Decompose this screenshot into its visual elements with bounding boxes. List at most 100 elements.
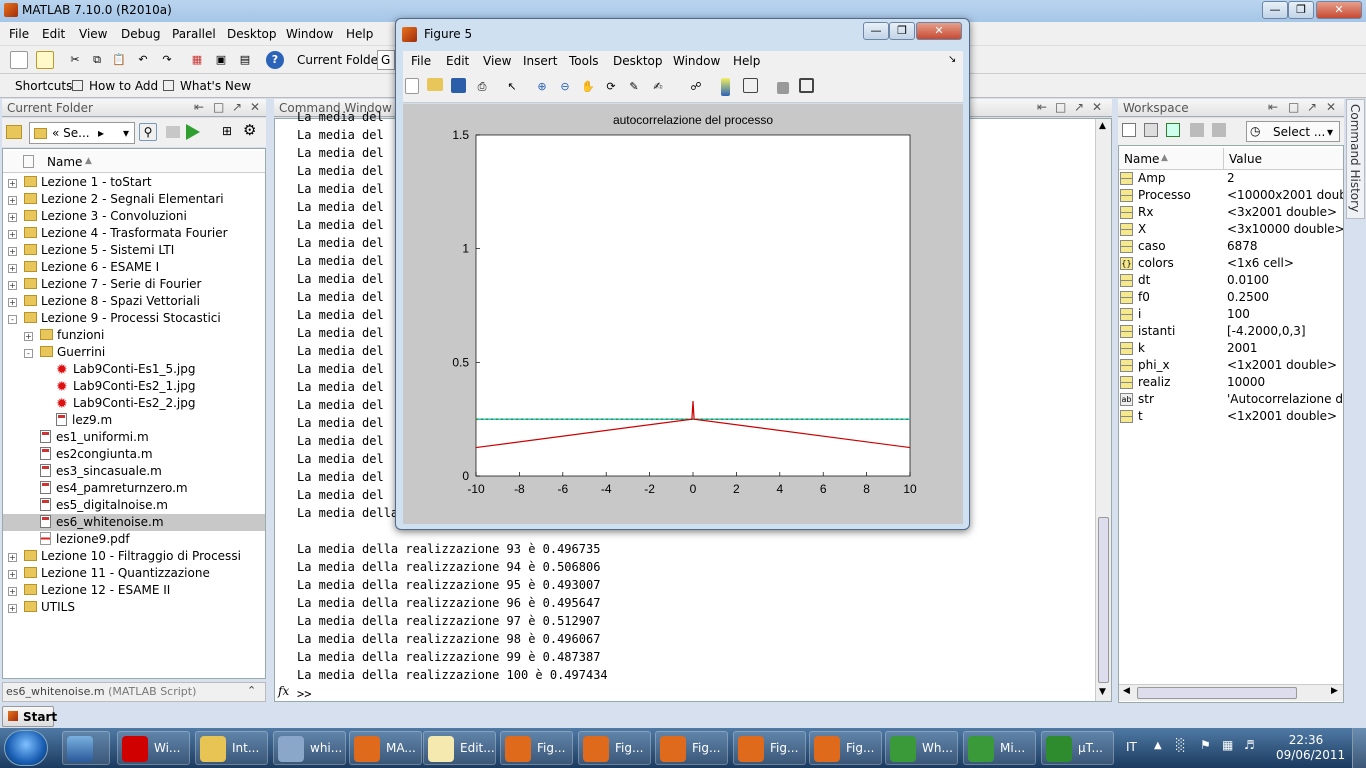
data-cursor-icon[interactable]: ✎ bbox=[625, 78, 643, 96]
maximize-panel-icon[interactable]: □ bbox=[1288, 100, 1299, 114]
chevron-down-icon[interactable]: ▾ bbox=[123, 126, 129, 140]
folder-tree-item[interactable]: + Lezione 12 - ESAME II bbox=[3, 582, 265, 599]
workspace-variable-row[interactable]: abstr 'Autocorrelazione de... bbox=[1119, 391, 1343, 408]
expand-toggle-icon[interactable]: + bbox=[8, 604, 17, 613]
expand-toggle-icon[interactable]: + bbox=[8, 298, 17, 307]
expand-toggle-icon[interactable]: + bbox=[8, 213, 17, 222]
expand-toggle-icon[interactable]: + bbox=[8, 264, 17, 273]
redo-icon[interactable]: ↷ bbox=[158, 51, 176, 69]
zoom-out-icon[interactable]: ⊖ bbox=[556, 78, 574, 96]
taskbar-app-button[interactable]: Fig... bbox=[809, 731, 882, 765]
workspace-variable-row[interactable]: istanti [-4.2000,0,3] bbox=[1119, 323, 1343, 340]
expand-toggle-icon[interactable]: + bbox=[8, 587, 17, 596]
taskbar-app-button[interactable]: Fig... bbox=[578, 731, 651, 765]
ws-name-header[interactable]: Name bbox=[1124, 152, 1159, 166]
search-icon[interactable]: ⚲ bbox=[139, 123, 157, 141]
folder-tree-item[interactable]: + Lezione 5 - Sistemi LTI bbox=[3, 242, 265, 259]
folder-tree-item[interactable]: + Lezione 3 - Convoluzioni bbox=[3, 208, 265, 225]
expand-toggle-icon[interactable]: + bbox=[8, 553, 17, 562]
scroll-left-icon[interactable]: ◀ bbox=[1123, 686, 1130, 696]
run-icon[interactable] bbox=[186, 124, 200, 140]
dock-arrow-icon[interactable]: ↘ bbox=[948, 54, 956, 65]
maximize-panel-icon[interactable]: □ bbox=[213, 100, 224, 114]
pan-hand-icon[interactable]: ✋ bbox=[579, 78, 597, 96]
current-folder-path-input[interactable]: G bbox=[377, 50, 395, 70]
open-variable-icon[interactable] bbox=[1144, 123, 1158, 137]
scroll-thumb[interactable] bbox=[1137, 687, 1297, 699]
taskbar-app-button[interactable]: Wi... bbox=[117, 731, 190, 765]
popout-icon[interactable]: ↗ bbox=[1307, 100, 1317, 114]
folder-tree-item[interactable]: es4_pamreturnzero.m bbox=[3, 480, 265, 497]
current-folder-header[interactable]: Current Folder ⇤ □ ↗ ✕ bbox=[2, 99, 266, 117]
command-prompt[interactable]: >> bbox=[297, 687, 311, 701]
close-panel-icon[interactable]: ✕ bbox=[1092, 100, 1102, 114]
undo-icon[interactable]: ↶ bbox=[134, 51, 152, 69]
taskbar-app-button[interactable]: µT... bbox=[1041, 731, 1114, 765]
undock-icon[interactable]: ⇤ bbox=[194, 100, 204, 114]
expand-toggle-icon[interactable]: - bbox=[8, 315, 17, 324]
close-button[interactable]: ✕ bbox=[1316, 1, 1362, 19]
expand-toggle-icon[interactable]: + bbox=[8, 570, 17, 579]
fig-menu-edit[interactable]: Edit bbox=[446, 54, 469, 68]
new-folder-icon[interactable] bbox=[166, 126, 180, 138]
expand-toggle-icon[interactable]: + bbox=[8, 281, 17, 290]
folder-tree-item[interactable]: + Lezione 10 - Filtraggio di Processi bbox=[3, 548, 265, 565]
simulink-icon[interactable]: ▦ bbox=[188, 51, 206, 69]
fig-menu-window[interactable]: Window bbox=[673, 54, 720, 68]
expand-toggle-icon[interactable]: + bbox=[8, 179, 17, 188]
profiler-icon[interactable]: ▤ bbox=[236, 51, 254, 69]
cut-icon[interactable]: ✂ bbox=[66, 51, 84, 69]
folder-tree-item[interactable]: + Lezione 8 - Spazi Vettoriali bbox=[3, 293, 265, 310]
taskbar-app-button[interactable]: Edit... bbox=[423, 731, 496, 765]
workspace-variable-row[interactable]: f0 0.2500 bbox=[1119, 289, 1343, 306]
command-history-tab[interactable]: Command History bbox=[1346, 99, 1365, 219]
collapse-icon[interactable]: ⌃ bbox=[247, 684, 256, 697]
guide-icon[interactable]: ▣ bbox=[212, 51, 230, 69]
workspace-variable-row[interactable]: caso 6878 bbox=[1119, 238, 1343, 255]
close-panel-icon[interactable]: ✕ bbox=[1326, 100, 1336, 114]
show-plot-tools-icon[interactable] bbox=[799, 78, 814, 93]
fig-menu-help[interactable]: Help bbox=[733, 54, 760, 68]
close-panel-icon[interactable]: ✕ bbox=[250, 100, 260, 114]
scroll-right-icon[interactable]: ▶ bbox=[1331, 686, 1338, 696]
edit-plot-arrow-icon[interactable]: ↖ bbox=[503, 78, 521, 96]
copy-icon[interactable]: ⧉ bbox=[88, 51, 106, 69]
taskbar-app-button[interactable]: whi... bbox=[273, 731, 346, 765]
taskbar-app-button[interactable]: MA... bbox=[349, 731, 422, 765]
scroll-down-icon[interactable]: ▼ bbox=[1099, 687, 1106, 697]
tree-icon[interactable]: ⊞ bbox=[222, 124, 232, 138]
show-desktop-button[interactable] bbox=[1352, 728, 1366, 768]
vertical-scrollbar[interactable]: ▲ ▼ bbox=[1095, 119, 1111, 701]
taskbar-app-button[interactable]: Wh... bbox=[885, 731, 958, 765]
folder-tree-item[interactable]: lezione9.pdf bbox=[3, 531, 265, 548]
language-indicator[interactable]: IT bbox=[1126, 740, 1137, 754]
clock[interactable]: 22:36 09/06/2011 bbox=[1276, 733, 1345, 763]
folder-tree-item[interactable]: + Lezione 11 - Quantizzazione bbox=[3, 565, 265, 582]
signal-icon[interactable]: ░ bbox=[1176, 738, 1185, 752]
fig-menu-view[interactable]: View bbox=[483, 54, 511, 68]
workspace-variable-row[interactable]: i 100 bbox=[1119, 306, 1343, 323]
horizontal-scrollbar[interactable]: ◀ ▶ bbox=[1119, 684, 1343, 701]
folder-tree-item[interactable]: + Lezione 6 - ESAME I bbox=[3, 259, 265, 276]
folder-tree-item[interactable]: lez9.m bbox=[3, 412, 265, 429]
workspace-variable-row[interactable]: {} colors <1x6 cell> bbox=[1119, 255, 1343, 272]
fig-menu-insert[interactable]: Insert bbox=[523, 54, 557, 68]
folder-path-dropdown[interactable]: « Se... ▸ ▾ bbox=[29, 122, 135, 144]
folder-tree-item[interactable]: + UTILS bbox=[3, 599, 265, 616]
import-data-icon[interactable] bbox=[1166, 123, 1180, 137]
print-figure-icon[interactable]: ⎙ bbox=[473, 78, 491, 96]
workspace-header[interactable]: Workspace ⇤ □ ↗ ✕ bbox=[1118, 99, 1344, 117]
folder-tree-item[interactable]: es6_whitenoise.m bbox=[3, 514, 265, 531]
taskbar-app-button[interactable]: Int... bbox=[195, 731, 268, 765]
autocorrelation-chart[interactable]: autocorrelazione del processo -10 -8 -6 -4 -… bbox=[403, 104, 963, 524]
new-variable-icon[interactable] bbox=[1122, 123, 1136, 137]
name-column-header[interactable]: Name ▲ bbox=[3, 151, 265, 173]
shortcuts-label[interactable]: Shortcuts bbox=[15, 79, 72, 93]
menu-help[interactable]: Help bbox=[346, 27, 373, 41]
folder-tree-item[interactable]: + funzioni bbox=[3, 327, 265, 344]
workspace-variable-row[interactable]: k 2001 bbox=[1119, 340, 1343, 357]
menu-parallel[interactable]: Parallel bbox=[172, 27, 216, 41]
new-figure-icon[interactable] bbox=[405, 78, 419, 94]
workspace-variable-row[interactable]: realiz 10000 bbox=[1119, 374, 1343, 391]
pinned-explorer-button[interactable] bbox=[62, 731, 110, 765]
